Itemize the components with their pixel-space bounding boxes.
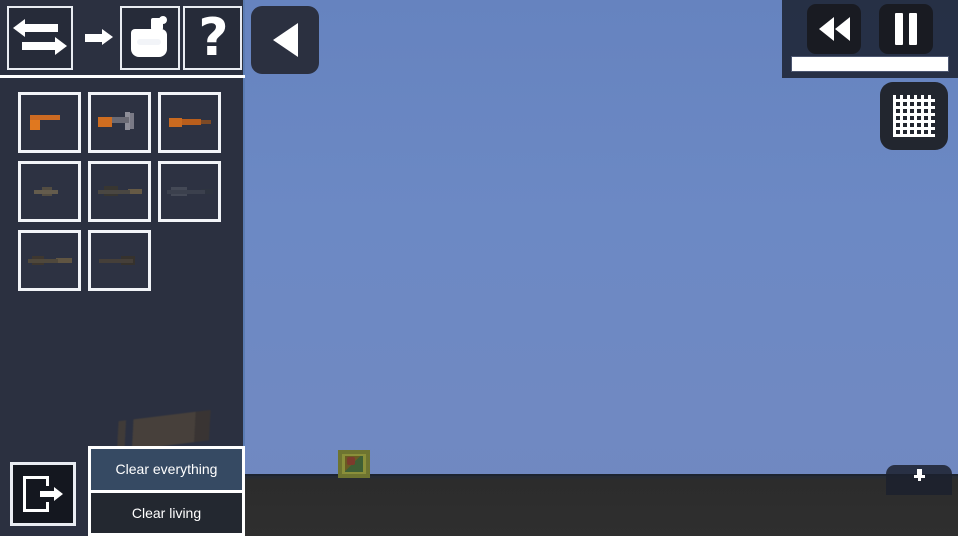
pause-button[interactable] [879,4,933,54]
spray-bucket-icon [129,15,171,60]
toolbar-item-help[interactable]: ? [182,0,245,75]
exit-icon [23,476,63,512]
sidebar-toolbar: ? [0,0,245,78]
weapon-grid [18,92,230,299]
rifle-3-icon [166,184,213,199]
bottom-tab-button[interactable] [886,465,952,495]
time-progress-fill [792,57,948,71]
pause-icon [895,13,917,45]
weapon-slot-rifle-5[interactable] [88,230,151,291]
exit-button[interactable] [10,462,76,526]
weapon-slot-smg[interactable] [88,92,151,153]
playback-panel [782,0,958,78]
grid-icon [893,95,935,137]
toolbar-item-swap[interactable] [0,0,80,75]
time-progress-bar[interactable] [791,56,949,72]
rifle-1-icon [33,186,66,197]
playback-buttons [782,0,958,58]
swap-arrows-icon [13,18,67,55]
weapon-slot-rifle-3[interactable] [158,161,221,222]
shotgun-icon [168,114,211,131]
question-mark-icon: ? [198,7,229,68]
toolbar-item-spray[interactable] [118,0,182,75]
rifle-4-icon [27,254,72,267]
game-screen: ? Clear everything Clear living [0,0,958,536]
clear-everything-button[interactable]: Clear everything [91,449,242,493]
weapon-slot-rifle-1[interactable] [18,161,81,222]
sidebar: ? Clear everything Clear living [0,0,245,536]
triangle-left-icon [272,23,298,57]
weapon-slot-rifle-2[interactable] [88,161,151,222]
toolbar-item-arrow[interactable] [80,0,118,75]
rewind-icon [818,17,850,41]
clear-panel: Clear everything Clear living [88,446,245,536]
rewind-button[interactable] [807,4,861,54]
rifle-5-icon [98,254,141,267]
arrow-right-icon [85,28,113,45]
crate-object[interactable] [338,450,370,478]
smg-icon [97,111,142,134]
clear-living-button[interactable]: Clear living [91,492,242,533]
pin-icon [913,469,925,481]
back-button[interactable] [251,6,319,74]
weapon-slot-rifle-4[interactable] [18,230,81,291]
pistol-icon [29,112,70,133]
rifle-2-icon [97,184,142,199]
weapon-slot-pistol[interactable] [18,92,81,153]
grid-button[interactable] [880,82,948,150]
weapon-slot-shotgun[interactable] [158,92,221,153]
